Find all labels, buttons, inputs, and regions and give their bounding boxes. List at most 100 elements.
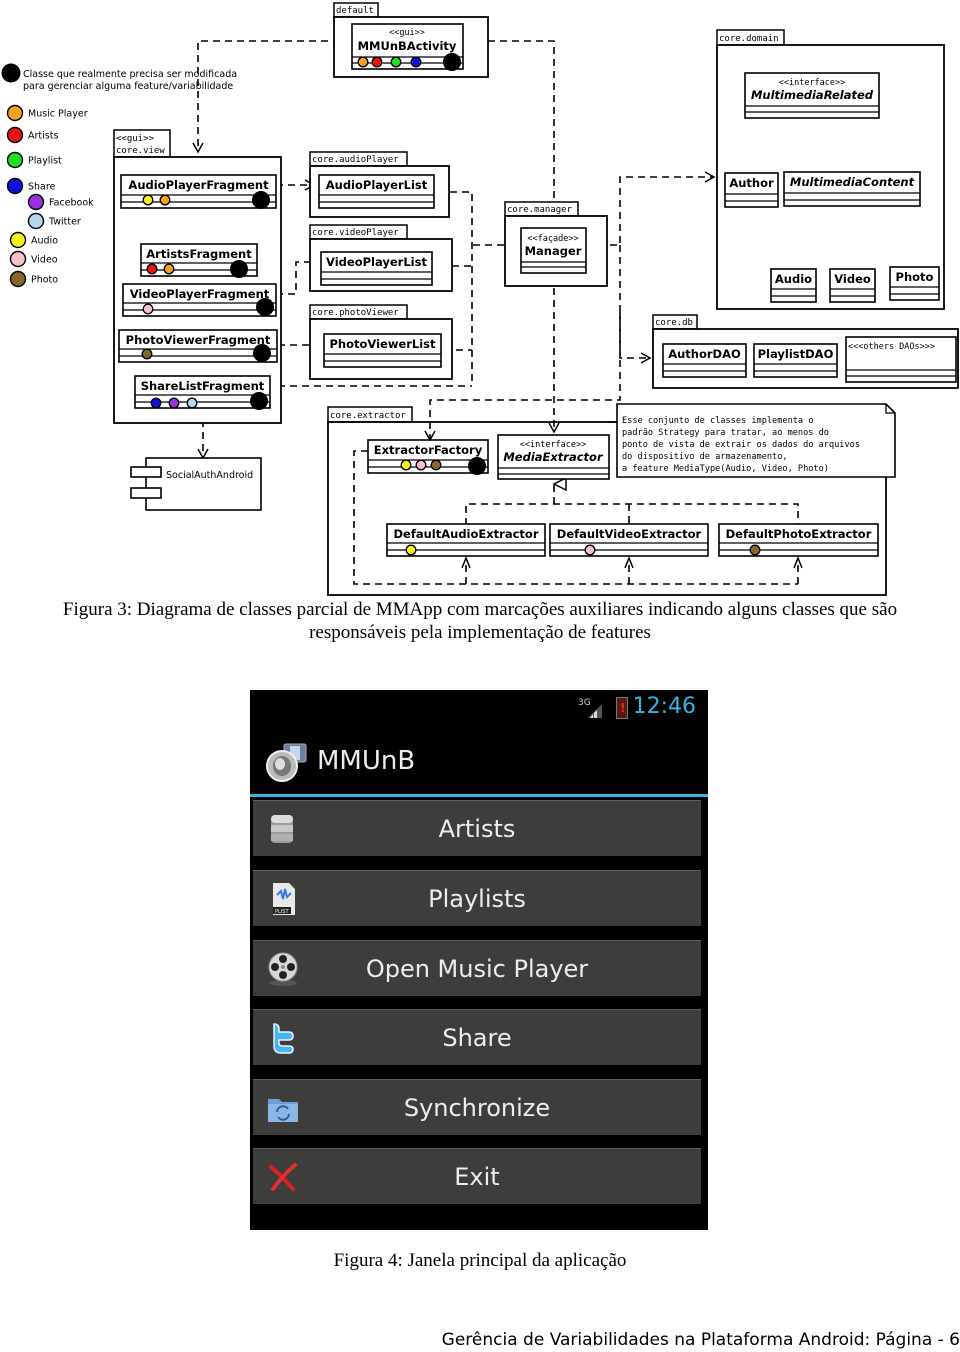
feature-marker (584, 544, 596, 556)
feature-marker (159, 194, 171, 206)
dep-manager-to-db (619, 245, 652, 364)
feature-marker (168, 397, 180, 409)
class-mediaextractor: <<interface>> MediaExtractor (497, 434, 610, 480)
legend-label: Music Player (28, 109, 88, 120)
menu-button-open-music-player[interactable]: Open Music Player (253, 940, 701, 996)
class-playlistdao: PlaylistDAO (753, 343, 838, 378)
class-author: Author (724, 172, 779, 208)
class-videoplayerlist: VideoPlayerList (320, 251, 433, 286)
feature-marker (371, 56, 383, 68)
class-others-daos: <<<others DAOs>>> (845, 336, 957, 383)
svg-text:core.videoPlayer: core.videoPlayer (312, 228, 399, 238)
class-audioplayerlist: AudioPlayerList (318, 174, 435, 209)
feature-marker (163, 263, 175, 275)
legend-color-marker (9, 250, 27, 268)
svg-text:<<gui>>: <<gui>> (116, 134, 155, 144)
class-diagram: Classe que realmente precisa ser modific… (1, 2, 959, 596)
modified-class-marker (250, 392, 268, 410)
battery-low-icon: ! (616, 697, 628, 719)
class-photo: Photo (889, 266, 940, 301)
class-photoviewerlist: PhotoViewerList (323, 333, 442, 368)
svg-text:core.photoViewer: core.photoViewer (312, 308, 399, 318)
class-name: AudioPlayerFragment (128, 178, 269, 192)
modified-class-marker (252, 191, 270, 209)
feature-marker (410, 56, 422, 68)
modified-class-marker (256, 298, 274, 316)
android-screen: 3G ! 12:46 MMUnB Artists PLIST Playlists… (250, 690, 708, 1230)
app-title: MMUnB (317, 746, 416, 776)
feature-marker (405, 544, 417, 556)
svg-text:Esse conjunto de classes imple: Esse conjunto de classes implementa o (622, 416, 813, 426)
svg-text:core.manager: core.manager (507, 205, 573, 215)
class-name: MultimediaContent (790, 175, 915, 189)
class-name: VideoPlayerList (326, 255, 427, 269)
menu-label: Playlists (428, 884, 526, 913)
svg-text:<<gui>>: <<gui>> (389, 28, 425, 38)
class-name: ShareListFragment (141, 379, 265, 393)
class-name: ArtistsFragment (146, 247, 252, 261)
menu-button-synchronize[interactable]: Synchronize (253, 1079, 701, 1135)
legend-color-marker (9, 231, 27, 249)
class-name: PhotoViewerFragment (126, 333, 271, 347)
legend-color-marker (9, 270, 27, 288)
class-defaultvideoextractor: DefaultVideoExtractor (549, 523, 709, 557)
menu-button-playlists[interactable]: PLIST Playlists (253, 870, 701, 926)
modified-class-marker (443, 53, 461, 71)
legend-color-marker (6, 126, 24, 144)
dep-mmunb-to-manager (488, 40, 560, 227)
class-name: AuthorDAO (668, 347, 741, 361)
feature-marker (415, 459, 427, 471)
svg-text:MultimediaRelated: MultimediaRelated (751, 88, 874, 102)
playlist-file-icon: PLIST (273, 883, 295, 915)
class-name: DefaultAudioExtractor (394, 527, 539, 541)
feature-marker (430, 459, 442, 471)
exit-x-icon (269, 1163, 297, 1191)
action-bar: MMUnB (250, 730, 708, 797)
legend-label: Facebook (49, 198, 94, 209)
legend-color-marker (6, 151, 24, 169)
feature-marker (146, 263, 158, 275)
legend-color-marker (6, 177, 24, 195)
svg-text:core.extractor: core.extractor (330, 411, 406, 421)
svg-text:core.domain: core.domain (719, 34, 779, 44)
class-multimediarelated: <<interface>> MultimediaRelated (744, 72, 880, 119)
svg-text:do dispositivo de armazenament: do dispositivo de armazenamento, (622, 452, 788, 462)
film-reel-icon (268, 952, 298, 986)
legend-color-marker (6, 104, 24, 122)
svg-text:core.view: core.view (116, 146, 165, 156)
menu-button-exit[interactable]: Exit (253, 1148, 701, 1204)
class-name: Video (834, 272, 871, 286)
class-name: PlaylistDAO (758, 347, 834, 361)
class-manager: <<façade>> Manager (520, 227, 587, 274)
svg-text:PLIST: PLIST (275, 909, 289, 915)
figure3-caption-line1: Figura 3: Diagrama de classes parcial de… (62, 599, 898, 620)
svg-text:padrão Strategy para tratar, a: padrão Strategy para tratar, ao menos do (622, 428, 829, 438)
class-name: DefaultPhotoExtractor (726, 527, 872, 541)
legend-modified-marker (1, 63, 21, 83)
legend-label: Share (28, 182, 56, 193)
class-name: Photo (896, 270, 934, 284)
class-authordao: AuthorDAO (662, 343, 747, 378)
svg-text:MediaExtractor: MediaExtractor (503, 450, 604, 464)
modified-class-marker (468, 457, 486, 475)
component-socialauthandroid: SocialAuthAndroid (130, 457, 262, 511)
legend-modified-line2: para gerenciar alguma feature/variabilid… (23, 81, 233, 92)
feature-marker (142, 194, 154, 206)
class-name: DefaultVideoExtractor (557, 527, 702, 541)
dep-manager-to-factory (424, 312, 621, 442)
menu-label: Open Music Player (365, 954, 589, 983)
figure4-caption: Figura 4: Janela principal da aplicação (333, 1250, 627, 1271)
svg-text:SocialAuthAndroid: SocialAuthAndroid (166, 470, 253, 481)
strategy-note: Esse conjunto de classes implementa o pa… (609, 403, 896, 478)
legend-label: Video (31, 255, 58, 266)
class-name: Audio (775, 272, 812, 286)
svg-text:<<<others DAOs>>>: <<<others DAOs>>> (848, 342, 935, 352)
class-defaultphotoextractor: DefaultPhotoExtractor (718, 523, 879, 557)
menu-button-share[interactable]: Share (253, 1009, 701, 1065)
svg-text:core.db: core.db (655, 318, 693, 328)
svg-text:MMUnBActivity: MMUnBActivity (358, 39, 457, 53)
menu-button-artists[interactable]: Artists (253, 800, 701, 856)
legend-color-marker (27, 193, 45, 211)
figure3-caption-line2: responsáveis pela implementação de featu… (309, 622, 651, 643)
feature-marker (142, 303, 154, 315)
